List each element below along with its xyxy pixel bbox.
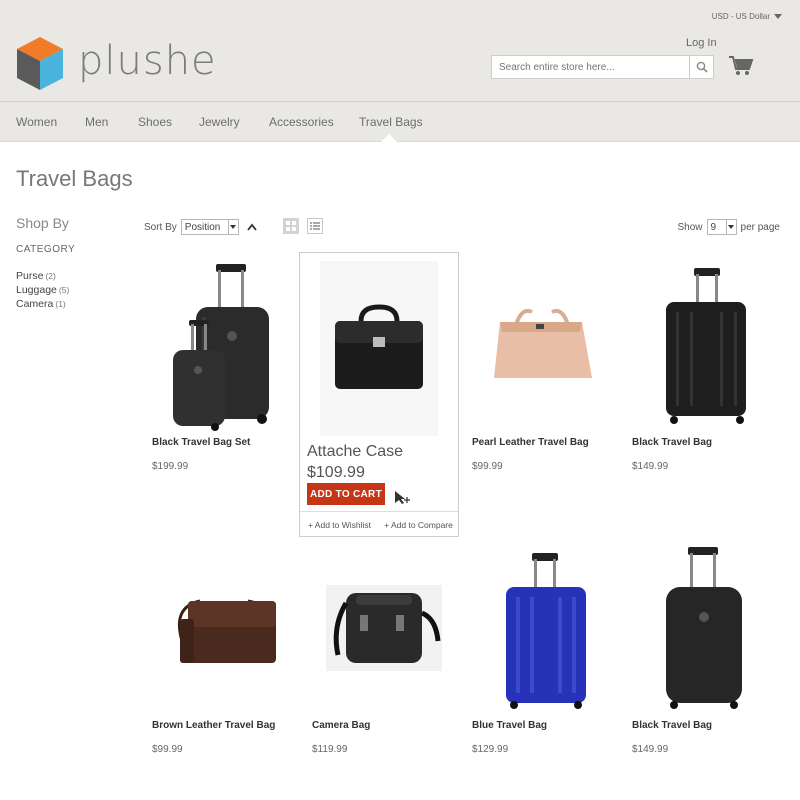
category-count: (5) xyxy=(58,285,70,295)
product-name[interactable]: Black Travel Bag Set xyxy=(152,437,312,448)
product-price: $109.99 xyxy=(307,464,365,481)
product-name[interactable]: Black Travel Bag xyxy=(632,437,792,448)
nav-shoes[interactable]: Shoes xyxy=(138,115,172,129)
product-price: $99.99 xyxy=(472,461,503,472)
main-nav: Women Men Shoes Jewelry Accessories Trav… xyxy=(0,101,800,142)
grid-view-icon[interactable] xyxy=(283,218,299,234)
per-page-select[interactable]: 9 xyxy=(706,219,737,235)
per-page-label: per page xyxy=(740,221,780,233)
page-title: Travel Bags xyxy=(16,166,133,191)
category-item-purse[interactable]: Purse (2) xyxy=(16,269,69,283)
brand-name: plushe xyxy=(78,37,217,84)
product-name[interactable]: Pearl Leather Travel Bag xyxy=(472,437,632,448)
product-image[interactable] xyxy=(152,545,282,715)
sort-value: Position xyxy=(184,221,221,233)
add-to-wishlist-link[interactable]: + Add to Wishlist xyxy=(300,520,379,530)
product-card[interactable]: Black Travel Bag Set $199.99 xyxy=(152,262,312,472)
product-card[interactable]: Black Travel Bag $149.99 xyxy=(632,545,792,755)
product-name[interactable]: Blue Travel Bag xyxy=(472,720,632,731)
product-card[interactable]: Camera Bag $119.99 xyxy=(312,545,472,755)
nav-men[interactable]: Men xyxy=(85,115,108,129)
shop-by-heading: Shop By xyxy=(16,215,69,231)
list-view-icon[interactable] xyxy=(307,218,323,234)
cart-icon[interactable] xyxy=(728,55,754,77)
product-actions: + Add to Wishlist + Add to Compare xyxy=(300,511,458,537)
sort-by-control: Sort By Position xyxy=(144,219,257,235)
nav-accessories[interactable]: Accessories xyxy=(269,115,334,129)
product-image[interactable] xyxy=(632,262,762,432)
category-count: (1) xyxy=(55,299,66,309)
search-icon xyxy=(696,61,708,73)
product-price: $129.99 xyxy=(472,744,509,755)
product-image[interactable] xyxy=(152,262,282,432)
product-name[interactable]: Brown Leather Travel Bag xyxy=(152,720,312,731)
search-box xyxy=(491,55,714,79)
nav-jewelry[interactable]: Jewelry xyxy=(199,115,240,129)
site-header: plushe USD - US Dollar Log In Women Men … xyxy=(0,0,800,142)
product-image[interactable] xyxy=(320,261,438,436)
category-label: Purse xyxy=(16,270,44,282)
category-item-luggage[interactable]: Luggage (5) xyxy=(16,283,69,297)
active-nav-indicator xyxy=(381,134,397,142)
add-to-compare-link[interactable]: + Add to Compare xyxy=(379,520,458,530)
product-price: $99.99 xyxy=(152,744,183,755)
per-page-control: Show 9 per page xyxy=(677,219,780,235)
search-button[interactable] xyxy=(689,56,713,78)
category-label: Camera xyxy=(16,298,54,310)
product-image[interactable] xyxy=(472,545,602,715)
product-price: $149.99 xyxy=(632,744,669,755)
category-heading: CATEGORY xyxy=(16,244,76,255)
sort-by-label: Sort By xyxy=(144,221,177,233)
logo[interactable]: plushe xyxy=(16,37,217,90)
category-item-camera[interactable]: Camera (1) xyxy=(16,297,69,311)
sort-select[interactable]: Position xyxy=(180,219,239,235)
logo-cube-icon xyxy=(17,37,63,90)
category-label: Luggage xyxy=(16,284,57,296)
currency-selector[interactable]: USD - US Dollar xyxy=(712,12,782,21)
product-card[interactable]: Pearl Leather Travel Bag $99.99 xyxy=(472,262,632,472)
chevron-down-icon xyxy=(227,220,238,234)
product-name[interactable]: Black Travel Bag xyxy=(632,720,792,731)
currency-label: USD - US Dollar xyxy=(711,12,770,21)
product-price: $119.99 xyxy=(312,744,348,755)
product-card-hover[interactable]: Attache Case $109.99 ADD TO CART + Add t… xyxy=(299,252,459,537)
chevron-down-icon xyxy=(774,14,782,19)
product-price: $149.99 xyxy=(632,461,669,472)
product-image[interactable] xyxy=(632,545,762,715)
attache-case-image xyxy=(335,303,423,389)
product-price: $199.99 xyxy=(152,461,189,472)
mouse-cursor-icon xyxy=(395,491,410,504)
product-image[interactable] xyxy=(312,545,442,715)
per-page-value: 9 xyxy=(710,221,717,233)
add-to-cart-button[interactable]: ADD TO CART xyxy=(307,483,385,505)
product-card[interactable]: Brown Leather Travel Bag $99.99 xyxy=(152,545,312,755)
product-card[interactable]: Blue Travel Bag $129.99 xyxy=(472,545,632,755)
nav-women[interactable]: Women xyxy=(16,115,57,129)
show-label: Show xyxy=(677,221,703,233)
login-link[interactable]: Log In xyxy=(686,37,717,49)
category-list: Purse (2) Luggage (5) Camera (1) xyxy=(16,269,69,311)
product-image[interactable] xyxy=(472,262,602,432)
chevron-down-icon xyxy=(725,220,736,234)
sort-direction-arrow-icon[interactable] xyxy=(247,223,257,231)
product-name[interactable]: Attache Case xyxy=(307,443,403,461)
category-count: (2) xyxy=(45,271,56,281)
search-input[interactable] xyxy=(492,56,689,78)
product-name[interactable]: Camera Bag xyxy=(312,720,472,731)
nav-travel-bags[interactable]: Travel Bags xyxy=(359,115,423,129)
product-card[interactable]: Black Travel Bag $149.99 xyxy=(632,262,792,472)
